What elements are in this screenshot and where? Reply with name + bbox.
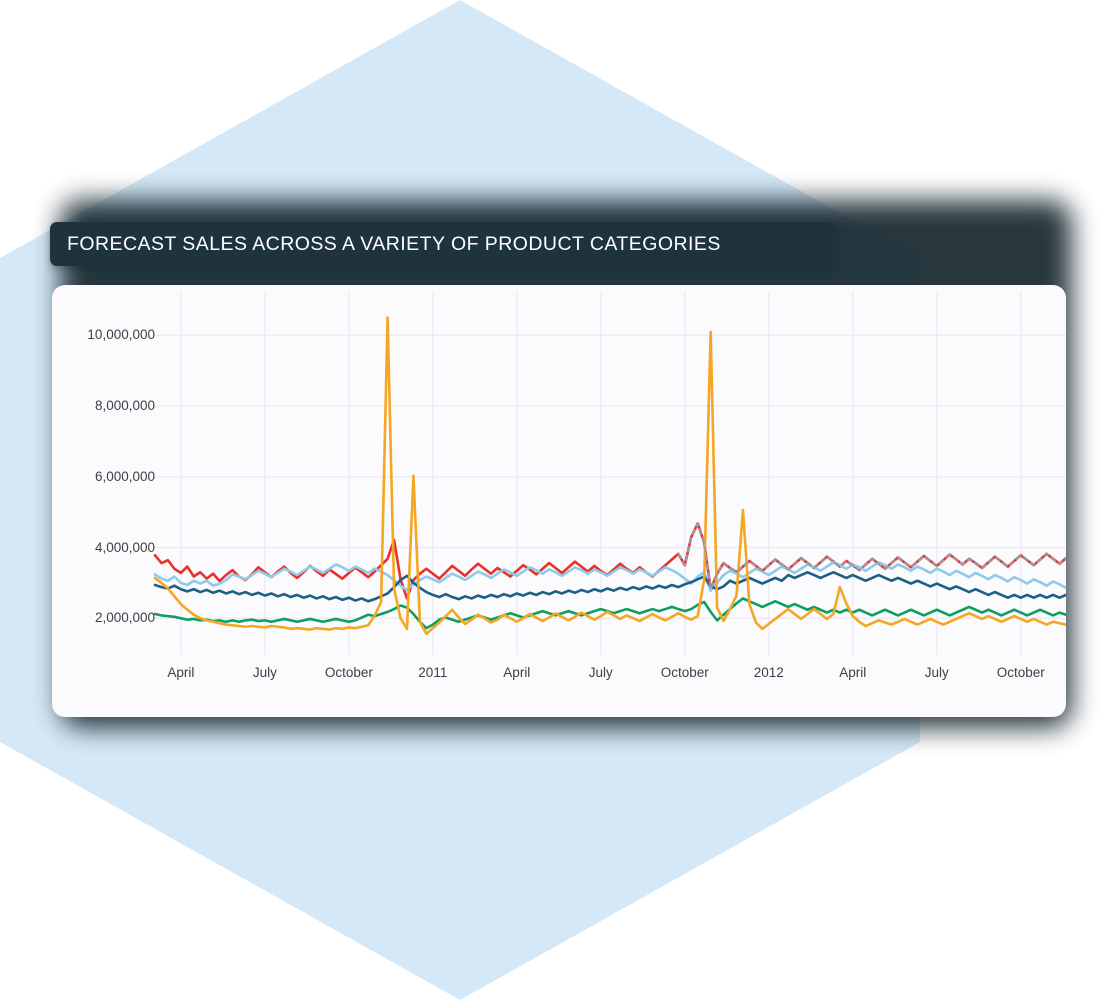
y-tick-label: 8,000,000	[94, 398, 155, 414]
page-title: FORECAST SALES ACROSS A VARIETY OF PRODU…	[67, 232, 721, 255]
x-tick-label: July	[588, 665, 613, 680]
y-tick-label: 2,000,000	[94, 610, 155, 626]
x-tick-label: October	[324, 665, 373, 680]
chart-card: 2,000,000 4,000,000 6,000,000 8,000,000 10,0…	[52, 285, 1066, 717]
y-tick-label: 4,000,000	[94, 539, 155, 555]
x-tick-label: April	[503, 665, 531, 680]
x-tick-label: October	[996, 665, 1045, 680]
y-tick-label: 6,000,000	[94, 468, 155, 484]
x-tick-label: October	[660, 665, 709, 680]
series-line-2	[153, 570, 1066, 603]
x-tick-label: 2011	[418, 665, 448, 680]
chart-plot-area: 2,000,000 4,000,000 6,000,000 8,000,000 10,0…	[52, 285, 1066, 717]
x-tick-label: 2012	[753, 665, 784, 680]
chart-title-ribbon: FORECAST SALES ACROSS A VARIETY OF PRODU…	[50, 222, 836, 266]
x-tick-label: April	[839, 665, 867, 680]
series-lines	[153, 316, 1066, 636]
x-tick-label: July	[924, 665, 949, 680]
grid-lines	[154, 291, 1066, 655]
y-tick-label: 10,000,000	[87, 327, 155, 343]
x-tick-label: April	[167, 665, 195, 680]
x-tick-label: July	[252, 665, 277, 680]
screenshot-root: FORECAST SALES ACROSS A VARIETY OF PRODU…	[0, 0, 1116, 1000]
line-chart-svg	[153, 291, 1066, 655]
